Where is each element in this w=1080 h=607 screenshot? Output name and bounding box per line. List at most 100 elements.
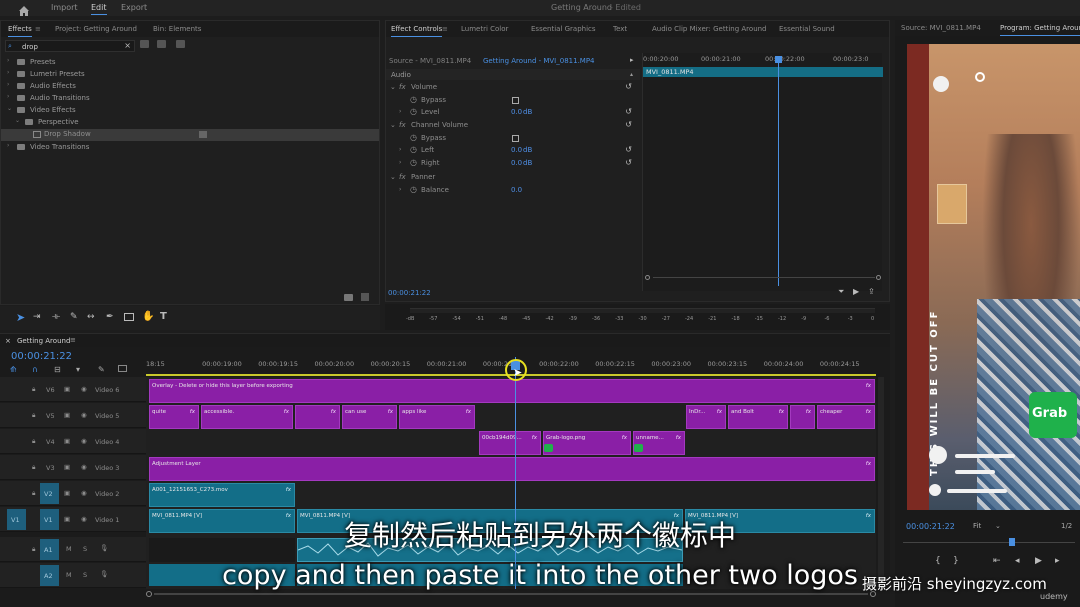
zoom-handle-right[interactable] bbox=[876, 275, 881, 280]
effects-search[interactable]: ⌕ drop × bbox=[5, 40, 135, 52]
timeline-scrollbar[interactable] bbox=[146, 591, 876, 597]
new-bin-icon[interactable] bbox=[344, 294, 353, 301]
yuv-effects-icon[interactable] bbox=[176, 40, 185, 48]
panel-menu-icon[interactable]: ≡ bbox=[35, 25, 41, 33]
effect-controls-timeline[interactable]: 0:00:20:00 00:00:21:00 00:00:22:00 00:00… bbox=[642, 53, 883, 291]
video-frame[interactable]: THIS WILL BE CUT OFF Grab bbox=[907, 44, 1080, 510]
pen-tool-icon[interactable]: ✒ bbox=[106, 312, 114, 322]
zoom-handle-left[interactable] bbox=[645, 275, 650, 280]
tab-audio-clip-mixer[interactable]: Audio Clip Mixer: Getting Around bbox=[652, 25, 767, 33]
stopwatch-icon[interactable]: ◷ bbox=[410, 107, 417, 116]
panel-menu-icon[interactable]: ≡ bbox=[70, 336, 76, 344]
expand-icon[interactable]: › bbox=[399, 108, 401, 115]
clip-caption[interactable]: accessible. fx bbox=[201, 405, 293, 429]
tab-essential-sound[interactable]: Essential Sound bbox=[779, 25, 835, 33]
panner-effect-row[interactable]: ⌄ fx Panner bbox=[386, 172, 640, 184]
lock-icon[interactable]: 🔒︎ bbox=[32, 385, 35, 394]
effect-item-drop-shadow[interactable]: Drop Shadow bbox=[1, 129, 379, 141]
reset-icon[interactable]: ↺ bbox=[625, 107, 632, 116]
track-id[interactable]: V6 bbox=[46, 386, 55, 394]
lock-icon[interactable]: 🔒︎ bbox=[32, 411, 35, 420]
source-clip-label[interactable]: Source - MVI_0811.MP4 bbox=[389, 57, 471, 65]
collapse-icon[interactable]: ▴ bbox=[630, 71, 633, 78]
fx-icon[interactable]: fx bbox=[399, 121, 406, 129]
workspace-import[interactable]: Import bbox=[51, 3, 78, 12]
clip-adjustment-layer[interactable]: Adjustment Layer fx bbox=[149, 457, 875, 481]
expand-icon[interactable]: ⌄ bbox=[390, 83, 396, 91]
tab-bin[interactable]: Bin: Elements bbox=[153, 25, 201, 33]
workspace-export[interactable]: Export bbox=[121, 3, 147, 12]
tab-lumetri-color[interactable]: Lumetri Color bbox=[461, 25, 508, 33]
sync-lock-icon[interactable]: ▣ bbox=[64, 411, 70, 419]
reset-icon[interactable]: ↺ bbox=[625, 82, 632, 91]
nest-icon[interactable]: ⟰ bbox=[10, 365, 17, 374]
stopwatch-icon[interactable]: ◷ bbox=[410, 145, 417, 154]
linked-selection-icon[interactable]: ⊟ bbox=[54, 365, 61, 374]
export-icon[interactable]: ⇪ bbox=[868, 287, 875, 296]
expand-icon[interactable]: ⌄ bbox=[390, 173, 396, 181]
balance-value[interactable]: 0.0 bbox=[511, 186, 522, 194]
effect-folder-video-effects[interactable]: ⌄ Video Effects bbox=[1, 105, 379, 117]
clip-broll[interactable]: A001_12151653_C273.mov fx bbox=[149, 483, 295, 507]
tab-source-monitor[interactable]: Source: MVI_0811.MP4 bbox=[901, 24, 981, 32]
clip-logo[interactable]: unname... fx bbox=[633, 431, 685, 455]
filter-icon[interactable]: ⏷ bbox=[838, 287, 844, 297]
type-tool-icon[interactable]: T bbox=[160, 311, 167, 322]
ec-zoom-scroll[interactable] bbox=[643, 275, 883, 281]
sync-lock-icon[interactable]: ▣ bbox=[64, 489, 70, 497]
effect-folder-audio-transitions[interactable]: › Audio Transitions bbox=[1, 93, 379, 105]
effect-folder-presets[interactable]: › Presets bbox=[1, 57, 379, 69]
accelerated-effects-icon[interactable] bbox=[140, 40, 149, 48]
captions-icon[interactable] bbox=[118, 365, 127, 372]
tab-project[interactable]: Project: Getting Around bbox=[55, 25, 137, 33]
lock-icon[interactable]: 🔒︎ bbox=[32, 437, 35, 446]
slip-tool-icon[interactable]: ↔ bbox=[87, 312, 95, 322]
effect-folder-perspective[interactable]: ⌄ Perspective bbox=[1, 117, 379, 129]
lock-icon[interactable]: 🔒︎ bbox=[32, 489, 35, 498]
stopwatch-icon[interactable]: ◷ bbox=[410, 158, 417, 167]
delete-icon[interactable] bbox=[361, 293, 369, 301]
workspace-edit[interactable]: Edit bbox=[91, 3, 107, 15]
clip-caption[interactable]: fx bbox=[790, 405, 815, 429]
snap-icon[interactable]: ∩ bbox=[32, 365, 38, 374]
timeline-vertical-scrollbar[interactable] bbox=[878, 377, 884, 589]
expand-icon[interactable]: › bbox=[399, 186, 401, 193]
scroll-handle-left[interactable] bbox=[146, 591, 152, 597]
eye-icon[interactable]: ◉ bbox=[81, 385, 87, 393]
stopwatch-icon[interactable]: ◷ bbox=[410, 185, 417, 194]
level-value[interactable]: 0.0 bbox=[511, 108, 522, 116]
tab-essential-graphics[interactable]: Essential Graphics bbox=[531, 25, 596, 33]
tab-text[interactable]: Text bbox=[613, 25, 627, 33]
right-value[interactable]: 0.0 bbox=[511, 159, 522, 167]
expand-icon[interactable]: › bbox=[399, 159, 401, 166]
clear-search-icon[interactable]: × bbox=[124, 41, 131, 50]
eye-icon[interactable]: ◉ bbox=[81, 411, 87, 419]
effect-folder-lumetri-presets[interactable]: › Lumetri Presets bbox=[1, 69, 379, 81]
fx-icon[interactable]: fx bbox=[399, 83, 406, 91]
selection-tool-icon[interactable]: ➤ bbox=[16, 311, 25, 324]
clip-caption[interactable]: cheaper fx bbox=[817, 405, 875, 429]
sequence-clip-label[interactable]: Getting Around - MVI_0811.MP4 bbox=[483, 57, 595, 65]
ec-playhead-handle[interactable] bbox=[775, 56, 782, 63]
tab-program-monitor[interactable]: Program: Getting Around bbox=[1000, 24, 1080, 36]
play-only-audio-icon[interactable]: ▶ bbox=[853, 287, 859, 296]
bypass-checkbox[interactable] bbox=[512, 97, 519, 104]
clip-caption[interactable]: quite fx bbox=[149, 405, 199, 429]
razor-tool-icon[interactable]: ✎ bbox=[70, 312, 78, 322]
effect-folder-video-transitions[interactable]: › Video Transitions bbox=[1, 142, 379, 154]
play-audio-icon[interactable]: ▸ bbox=[630, 56, 634, 64]
eye-icon[interactable]: ◉ bbox=[81, 437, 87, 445]
32bit-effects-icon[interactable] bbox=[157, 40, 166, 48]
ec-timecode[interactable]: 00:00:21:22 bbox=[388, 289, 431, 297]
clip-logo[interactable]: 00cb194d09... fx bbox=[479, 431, 541, 455]
close-tab-icon[interactable]: × bbox=[5, 337, 11, 345]
track-id[interactable]: V4 bbox=[46, 438, 55, 446]
clip-overlay[interactable]: Overlay - Delete or hide this layer befo… bbox=[149, 379, 875, 403]
sync-lock-icon[interactable]: ▣ bbox=[64, 437, 70, 445]
sync-lock-icon[interactable]: ▣ bbox=[64, 463, 70, 471]
tab-effect-controls[interactable]: Effect Controls bbox=[391, 25, 443, 37]
clip-caption[interactable]: can use fx bbox=[342, 405, 397, 429]
ec-playhead[interactable] bbox=[778, 56, 779, 286]
clip-logo[interactable]: Grab-logo.png fx bbox=[543, 431, 631, 455]
clip-caption[interactable]: fx bbox=[295, 405, 340, 429]
